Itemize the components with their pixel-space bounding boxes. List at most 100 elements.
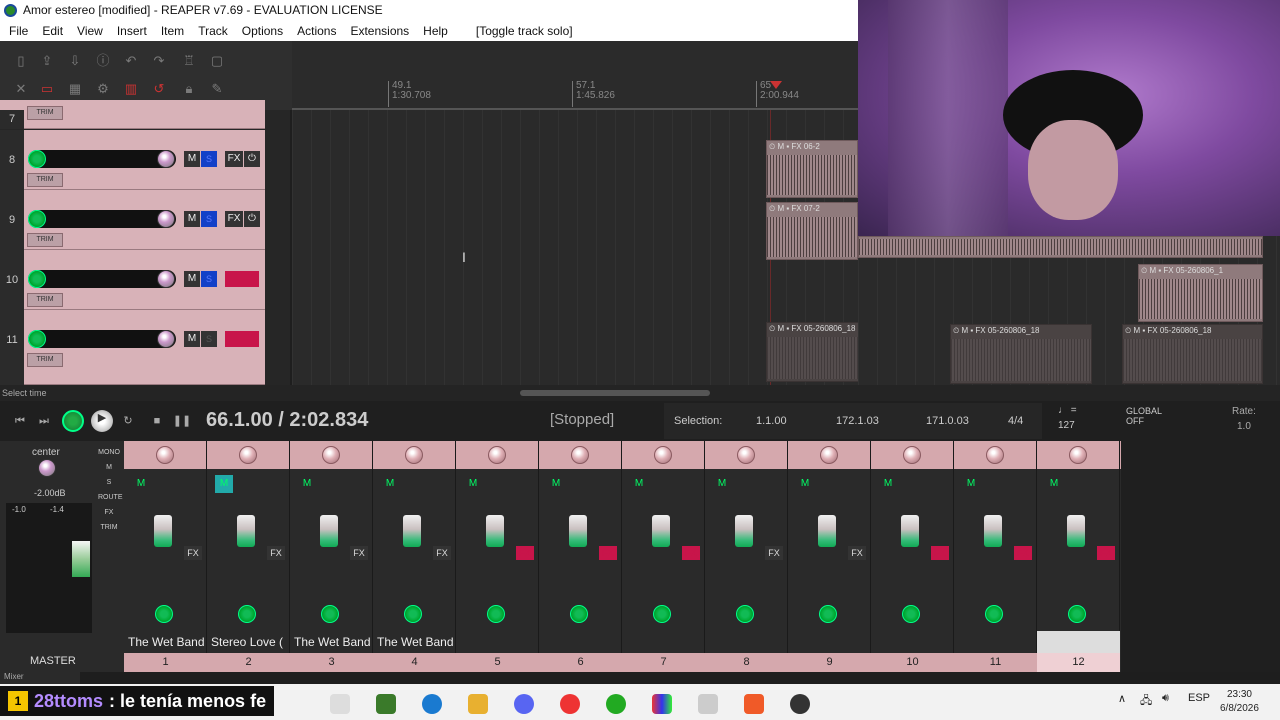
mixer-strip-9[interactable]: M FX 9 — [788, 441, 871, 672]
record-arm-icon[interactable] — [653, 605, 671, 623]
mute-button[interactable]: M — [1045, 475, 1063, 493]
reaper-taskbar-icon[interactable] — [606, 694, 626, 714]
mixer-strip-4[interactable]: M FX The Wet Band 4 — [373, 441, 456, 672]
language-indicator[interactable]: ESP — [1188, 692, 1210, 704]
pan-knob[interactable] — [156, 446, 174, 464]
record-arm-icon[interactable] — [321, 605, 339, 623]
pan-knob[interactable] — [571, 446, 589, 464]
mute-button[interactable]: M — [381, 475, 399, 493]
trim-button[interactable]: TRIM — [27, 353, 63, 367]
fx-button[interactable]: FX — [225, 211, 243, 227]
selection-length[interactable]: 171.0.03 — [926, 415, 969, 427]
menu-item[interactable]: Item — [154, 24, 191, 38]
play-cursor-marker[interactable] — [770, 81, 782, 89]
lock-icon[interactable]: 🔒︎ — [180, 81, 198, 97]
horizontal-scrollbar[interactable] — [520, 390, 710, 396]
record-arm-icon[interactable] — [736, 605, 754, 623]
mixer-strip-11[interactable]: M FX 11 — [954, 441, 1037, 672]
mute-button[interactable]: M — [184, 151, 200, 167]
volume-fader[interactable] — [486, 515, 504, 547]
record-arm-icon[interactable] — [819, 605, 837, 623]
mixer-strip-3[interactable]: M FX The Wet Band 3 — [290, 441, 373, 672]
mute-button[interactable]: M — [184, 211, 200, 227]
obs-icon[interactable] — [790, 694, 810, 714]
menu-extensions[interactable]: Extensions — [343, 24, 416, 38]
mixer-strip-10[interactable]: M FX 10 — [871, 441, 954, 672]
record-arm-icon[interactable] — [985, 605, 1003, 623]
pan-knob[interactable] — [1069, 446, 1087, 464]
time-position[interactable]: 66.1.00 / 2:02.834 — [206, 409, 368, 432]
track-11[interactable]: M S TRIM — [0, 310, 265, 385]
mute-button[interactable]: M — [962, 475, 980, 493]
mute-button[interactable]: M — [184, 331, 200, 347]
fx-button-red[interactable] — [225, 271, 259, 287]
go-to-end-icon[interactable]: ⏭ — [34, 413, 54, 429]
pan-knob[interactable] — [820, 446, 838, 464]
mono-button[interactable]: MONO — [98, 449, 120, 456]
tray-chevron-icon[interactable]: ∧ — [1118, 692, 1126, 705]
minecraft-icon[interactable] — [376, 694, 396, 714]
fx-button[interactable]: FX — [516, 546, 534, 560]
master-mute-button[interactable]: M — [98, 464, 120, 471]
undo-icon[interactable]: ↶ — [122, 53, 140, 69]
master-fader[interactable] — [72, 541, 90, 577]
menu-help[interactable]: Help — [416, 24, 455, 38]
go-to-start-icon[interactable]: ⏮ — [10, 413, 30, 429]
volume-slider[interactable] — [28, 150, 176, 168]
track-name[interactable]: The Wet Band — [128, 635, 208, 649]
save-project-icon[interactable]: ⇩ — [66, 53, 84, 69]
track-name[interactable]: Stereo Love ( — [211, 635, 291, 649]
menu-file[interactable]: File — [2, 24, 35, 38]
pan-knob[interactable] — [157, 330, 175, 348]
mute-button[interactable]: M — [796, 475, 814, 493]
fx-button[interactable]: FX — [225, 151, 243, 167]
notepad-icon[interactable] — [698, 694, 718, 714]
record-arm-icon[interactable] — [28, 330, 46, 348]
record-arm-icon[interactable] — [155, 605, 173, 623]
mixer-strip-5[interactable]: M FX 5 — [456, 441, 539, 672]
volume-fader[interactable] — [984, 515, 1002, 547]
power-icon[interactable]: ⏻ — [244, 151, 260, 167]
fx-button[interactable]: FX — [765, 546, 783, 560]
grid-settings-icon[interactable]: ▢ — [208, 53, 226, 69]
network-icon[interactable]: 🖧︎ — [1140, 692, 1152, 711]
media-item[interactable]: ⏲ M ▪ FX 06-2 — [766, 140, 858, 198]
metronome-icon[interactable]: ♖ — [180, 53, 198, 69]
media-item-muted[interactable]: ⏲ M ▪ FX 05-260806_18 — [950, 324, 1092, 384]
last-action-toggle-solo[interactable]: [Toggle track solo] — [469, 24, 580, 38]
file-explorer-icon[interactable] — [468, 694, 488, 714]
selection-end[interactable]: 172.1.03 — [836, 415, 879, 427]
media-item[interactable]: ⏲ M ▪ FX 07-2 — [766, 202, 858, 260]
trim-button[interactable]: TRIM — [27, 106, 63, 120]
volume-fader[interactable] — [154, 515, 172, 547]
record-arm-icon[interactable] — [28, 150, 46, 168]
mute-button[interactable]: M — [879, 475, 897, 493]
edge-icon[interactable] — [422, 694, 442, 714]
fx-button-red[interactable] — [225, 331, 259, 347]
mixer-strip-1[interactable]: M FX The Wet Band 1 — [124, 441, 207, 672]
track-9[interactable]: M S FX ⏻ TRIM — [0, 190, 265, 250]
track-10[interactable]: M S TRIM — [0, 250, 265, 310]
volume-slider[interactable] — [28, 210, 176, 228]
volume-fader[interactable] — [403, 515, 421, 547]
play-button[interactable]: ▶ — [91, 410, 113, 432]
fx-button[interactable]: FX — [1014, 546, 1032, 560]
volume-fader[interactable] — [735, 515, 753, 547]
menu-edit[interactable]: Edit — [35, 24, 70, 38]
volume-fader[interactable] — [237, 515, 255, 547]
solo-button[interactable]: S — [201, 331, 217, 347]
trim-button[interactable]: TRIM — [27, 293, 63, 307]
mute-button[interactable]: M — [298, 475, 316, 493]
fx-button[interactable]: FX — [1097, 546, 1115, 560]
fx-button[interactable]: FX — [184, 546, 202, 560]
trim-button[interactable]: TRIM — [27, 173, 63, 187]
master-solo-button[interactable]: S — [98, 479, 120, 486]
power-icon[interactable]: ⏻ — [244, 211, 260, 227]
repeat-icon[interactable]: ↻ — [118, 413, 138, 429]
record-arm-icon[interactable] — [1068, 605, 1086, 623]
app-icon[interactable] — [652, 694, 672, 714]
pan-knob[interactable] — [903, 446, 921, 464]
mixer-strip-12[interactable]: M FX 12 — [1037, 441, 1120, 672]
mixer-tab[interactable]: Mixer — [0, 672, 80, 684]
mute-button[interactable]: M — [464, 475, 482, 493]
